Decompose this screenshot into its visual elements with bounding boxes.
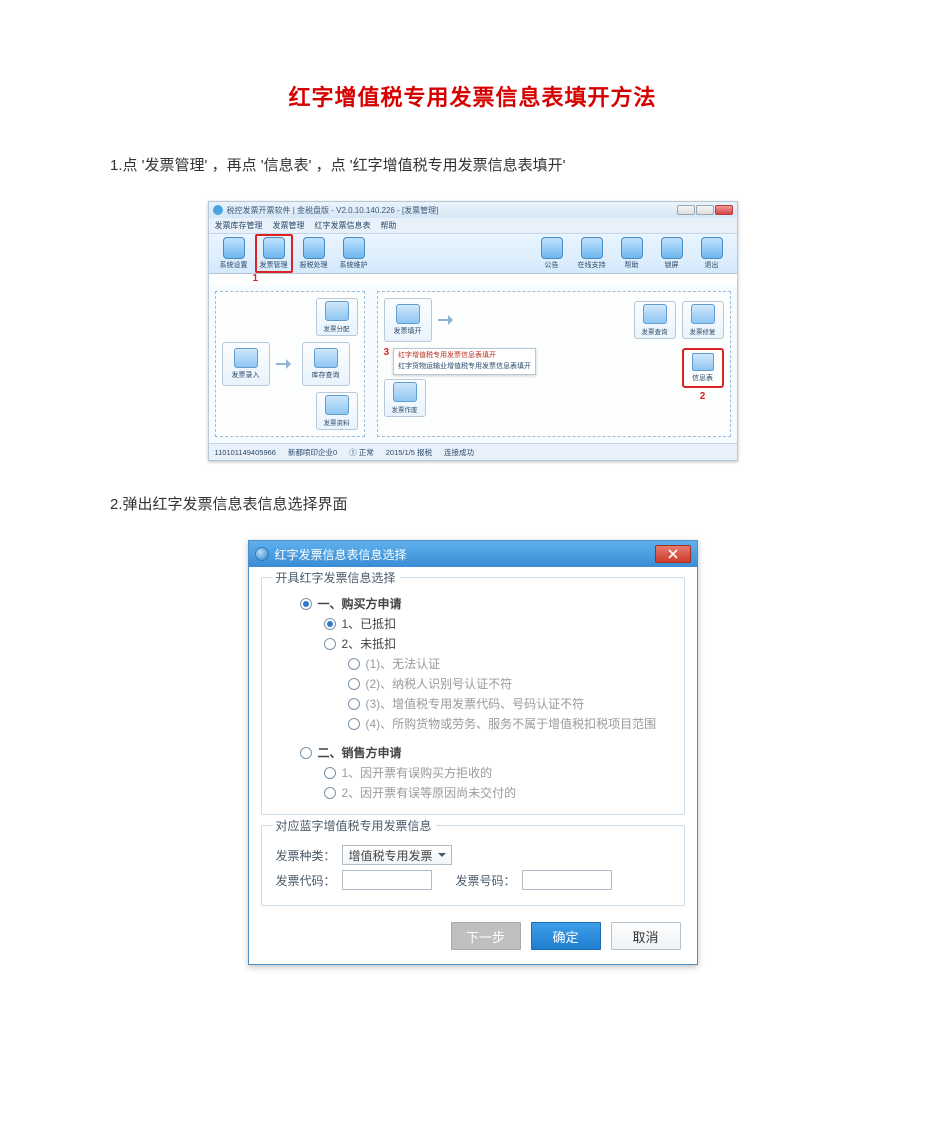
- label-kind: 发票种类：: [276, 847, 336, 864]
- status-item: ① 正常: [349, 447, 374, 458]
- flow-panel-left: 发票分配 发票录入 库存查询 发票资料: [215, 291, 365, 437]
- status-item: 110101149405966: [215, 448, 276, 457]
- cancel-button[interactable]: 取消: [611, 922, 681, 950]
- menu-item[interactable]: 红字发票信息表: [315, 220, 371, 231]
- menu-item[interactable]: 帮助: [381, 220, 397, 231]
- popup-item[interactable]: 红字货物运输业增值税专用发票信息表填开: [398, 362, 531, 373]
- toolbar-exit[interactable]: 退出: [693, 237, 731, 270]
- popup-menu[interactable]: 红字增值税专用发票信息表填开 红字货物运输业增值税专用发票信息表填开: [393, 348, 536, 375]
- doc-title: 红字增值税专用发票信息表填开方法: [110, 80, 835, 112]
- menu-item[interactable]: 发票库存管理: [215, 220, 263, 231]
- dialog-title: 红字发票信息表信息选择: [275, 546, 407, 563]
- app-icon: [213, 205, 223, 215]
- arrow-icon: [438, 315, 458, 325]
- status-item: 连接成功: [444, 447, 474, 458]
- flow-box[interactable]: 发票录入: [222, 342, 270, 386]
- legend: 对应蓝字增值税专用发票信息: [272, 817, 436, 834]
- label-num: 发票号码：: [456, 872, 516, 889]
- radio-icon: [348, 718, 360, 730]
- radio-icon: [324, 787, 336, 799]
- flow-panel-right: 发票填开 发票查询 发票修复 3 红字增值税专用发票信息表填开 红字货物运输业增…: [377, 291, 731, 437]
- menu-item[interactable]: 发票管理: [273, 220, 305, 231]
- toolbar-system-settings[interactable]: 系统设置: [215, 237, 253, 270]
- radio-icon: [300, 598, 312, 610]
- radio-icon: [348, 698, 360, 710]
- flow-box[interactable]: 发票资料: [316, 392, 358, 430]
- radio-icon: [324, 638, 336, 650]
- close-button[interactable]: [655, 545, 691, 563]
- flow-box[interactable]: 库存查询: [302, 342, 350, 386]
- close-icon: [668, 549, 678, 559]
- annotation-2: 2: [700, 391, 706, 402]
- flow-box[interactable]: 发票修复: [682, 301, 724, 339]
- annotation-1: 1: [253, 273, 259, 284]
- app-title-text: 税控发票开票软件 | 金税盘版 - V2.0.10.140.226 - [发票管…: [227, 205, 439, 216]
- dialog-icon: [255, 547, 269, 561]
- arrow-icon: [276, 359, 296, 369]
- radio-sub-4[interactable]: (4)、所购货物或劳务、服务不属于增值税扣税项目范围: [348, 715, 670, 732]
- info-table-button[interactable]: 信息表: [682, 348, 724, 388]
- app-toolbar: 系统设置 发票管理 报税处理 系统维护 公告 在线支持 帮助 锁屏 退出: [209, 234, 737, 274]
- fieldset-select: 开具红字发票信息选择 一、购买方申请 1、已抵扣 2、未抵扣: [261, 577, 685, 815]
- status-item: 新都喷印企业0: [288, 447, 337, 458]
- label-code: 发票代码：: [276, 872, 336, 889]
- toolbar-lock[interactable]: 锁屏: [653, 237, 691, 270]
- flow-box[interactable]: 发票分配: [316, 298, 358, 336]
- toolbar-system-maint[interactable]: 系统维护: [335, 237, 373, 270]
- step-1-text: 1.点 '发票管理' ，再点 '信息表' ，点 '红字增值税专用发票信息表填开': [110, 152, 835, 179]
- app-body: 发票分配 发票录入 库存查询 发票资料 发票填开 发票查询 发票修复: [209, 285, 737, 444]
- app-window: 税控发票开票软件 | 金税盘版 - V2.0.10.140.226 - [发票管…: [208, 201, 738, 461]
- dialog-titlebar: 红字发票信息表信息选择: [249, 541, 697, 567]
- toolbar-announce[interactable]: 公告: [533, 237, 571, 270]
- toolbar-help[interactable]: 帮助: [613, 237, 651, 270]
- radio-seller[interactable]: 二、销售方申请: [300, 744, 670, 761]
- radio-deducted[interactable]: 1、已抵扣: [324, 615, 670, 632]
- toolbar-support[interactable]: 在线支持: [573, 237, 611, 270]
- radio-icon: [324, 618, 336, 630]
- radio-icon: [348, 658, 360, 670]
- minimize-icon[interactable]: [677, 205, 695, 215]
- input-invoice-code[interactable]: [342, 870, 432, 890]
- annotation-3: 3: [384, 347, 390, 358]
- ok-button[interactable]: 确定: [531, 922, 601, 950]
- dialog-red-invoice-select: 红字发票信息表信息选择 开具红字发票信息选择 一、购买方申请 1、已抵扣: [248, 540, 698, 965]
- radio-icon: [300, 747, 312, 759]
- popup-item-selected[interactable]: 红字增值税专用发票信息表填开: [398, 351, 531, 362]
- status-bar: 110101149405966 新都喷印企业0 ① 正常 2015/1/5 报税…: [209, 444, 737, 460]
- next-button[interactable]: 下一步: [451, 922, 521, 950]
- flow-box[interactable]: 发票查询: [634, 301, 676, 339]
- dialog-buttons: 下一步 确定 取消: [261, 916, 685, 952]
- radio-sub-2[interactable]: (2)、纳税人识别号认证不符: [348, 675, 670, 692]
- flow-box[interactable]: 发票作废: [384, 379, 426, 417]
- maximize-icon[interactable]: [696, 205, 714, 215]
- radio-sub-1[interactable]: (1)、无法认证: [348, 655, 670, 672]
- flow-box[interactable]: 发票填开: [384, 298, 432, 342]
- step-2-text: 2.弹出红字发票信息表信息选择界面: [110, 491, 835, 518]
- toolbar-tax[interactable]: 报税处理: [295, 237, 333, 270]
- close-icon[interactable]: [715, 205, 733, 215]
- legend: 开具红字发票信息选择: [272, 569, 400, 586]
- app-titlebar: 税控发票开票软件 | 金税盘版 - V2.0.10.140.226 - [发票管…: [209, 202, 737, 218]
- radio-icon: [324, 767, 336, 779]
- input-invoice-number[interactable]: [522, 870, 612, 890]
- radio-seller-2[interactable]: 2、因开票有误等原因尚未交付的: [324, 784, 670, 801]
- radio-buyer[interactable]: 一、购买方申请: [300, 595, 670, 612]
- radio-sub-3[interactable]: (3)、增值税专用发票代码、号码认证不符: [348, 695, 670, 712]
- app-menubar: 发票库存管理 发票管理 红字发票信息表 帮助: [209, 218, 737, 234]
- radio-seller-1[interactable]: 1、因开票有误购买方拒收的: [324, 764, 670, 781]
- status-item: 2015/1/5 报税: [386, 447, 432, 458]
- radio-not-deducted[interactable]: 2、未抵扣: [324, 635, 670, 652]
- select-invoice-kind[interactable]: 增值税专用发票: [342, 845, 452, 865]
- toolbar-invoice-mgmt[interactable]: 发票管理: [255, 234, 293, 273]
- radio-icon: [348, 678, 360, 690]
- window-controls: [677, 205, 733, 215]
- fieldset-blue-info: 对应蓝字增值税专用发票信息 发票种类： 增值税专用发票 发票代码： 发票号码：: [261, 825, 685, 906]
